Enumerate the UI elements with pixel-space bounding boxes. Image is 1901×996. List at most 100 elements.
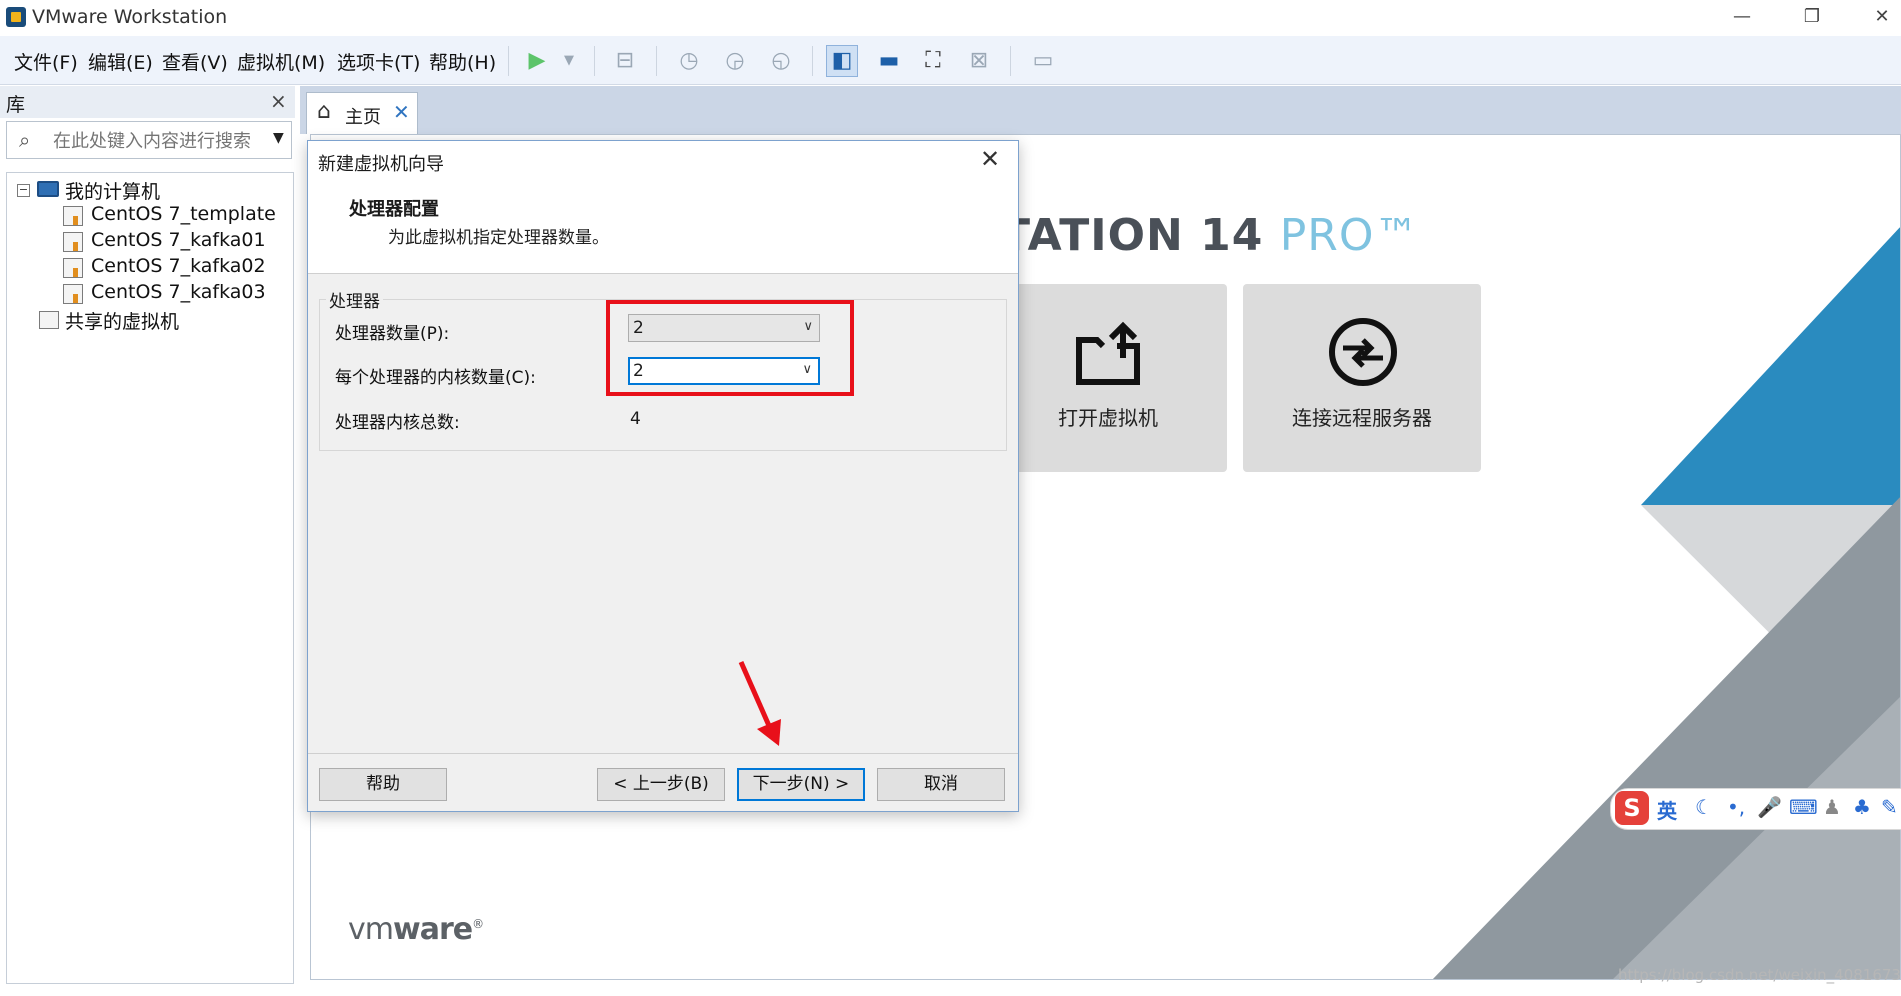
tab-home[interactable]: ⌂ 主页 ✕	[306, 92, 418, 134]
step-description: 为此虚拟机指定处理器数量。	[388, 228, 609, 248]
collapse-icon[interactable]: −	[17, 184, 30, 197]
home-icon: ⌂	[317, 99, 331, 124]
microphone-icon[interactable]: 🎤	[1757, 795, 1782, 819]
library-search-input[interactable]	[51, 126, 255, 156]
menu-help[interactable]: 帮助(H)	[429, 48, 496, 75]
library-view-icon[interactable]: ◧	[826, 45, 858, 77]
thumbnail-bar-icon[interactable]: ▭	[1028, 46, 1058, 76]
tree-node-label: 共享的虚拟机	[65, 311, 180, 333]
menu-edit[interactable]: 编辑(E)	[88, 48, 153, 75]
snapshot-revert-icon[interactable]: ◶	[720, 46, 750, 76]
dialog-title: 新建虚拟机向导	[318, 154, 444, 175]
search-icon: ⌕	[19, 128, 31, 152]
menu-file[interactable]: 文件(F)	[14, 48, 78, 75]
skin-icon[interactable]: ♣	[1853, 795, 1871, 819]
restore-button[interactable]: ❐	[1782, 0, 1842, 34]
tools-icon[interactable]: ✎	[1881, 795, 1898, 819]
dialog-header: 处理器配置 为此虚拟机指定处理器数量。	[308, 181, 1018, 274]
unity-icon[interactable]: ⊠	[964, 46, 994, 76]
product-brand-title: TATION 14 PRO™	[1000, 210, 1419, 261]
tab-strip	[300, 86, 1901, 134]
snapshot-manager-icon[interactable]: ◵	[766, 46, 796, 76]
ime-toolbar[interactable]: S 英 ☾ •, 🎤 ⌨ ♟ ♣ ✎	[1610, 788, 1901, 830]
menu-tabs[interactable]: 选项卡(T)	[337, 48, 420, 75]
tree-node-vm[interactable]: CentOS 7_kafka03	[7, 281, 287, 307]
keyboard-icon[interactable]: ⌨	[1789, 795, 1818, 819]
vmware-app-icon	[6, 7, 26, 27]
footer-divider	[308, 753, 1018, 754]
bg-triangle-blue	[1641, 227, 1900, 505]
processor-count-label: 处理器数量(P):	[335, 324, 450, 344]
help-button[interactable]: 帮助	[319, 768, 447, 801]
watermark-url: https://blog.csdn.net/weixin_40816738	[1618, 966, 1901, 984]
console-view-icon[interactable]: ▬	[874, 46, 904, 76]
library-header: 库 ×	[0, 86, 295, 118]
toolbar-separator	[594, 46, 595, 76]
shared-vm-icon	[39, 311, 59, 329]
annotation-highlight-box	[606, 300, 854, 396]
tree-node-label: CentOS 7_kafka01	[91, 229, 266, 251]
next-button[interactable]: 下一步(N) >	[737, 768, 865, 801]
send-ctrl-alt-del-icon[interactable]: ⊟	[610, 46, 640, 76]
close-window-button[interactable]: ✕	[1852, 0, 1901, 34]
moon-icon[interactable]: ☾	[1695, 795, 1713, 819]
cancel-button[interactable]: 取消	[877, 768, 1005, 801]
minimize-button[interactable]: —	[1712, 0, 1772, 34]
toolbar-separator	[812, 46, 813, 76]
open-folder-icon	[1076, 321, 1140, 385]
tab-label: 主页	[345, 107, 381, 128]
window-title: VMware Workstation	[32, 6, 228, 28]
library-search-box: ⌕ ▼	[6, 121, 292, 159]
ime-language-toggle[interactable]: 英	[1657, 795, 1677, 824]
play-dropdown-icon[interactable]: ▼	[554, 46, 584, 76]
play-icon[interactable]: ▶	[522, 46, 552, 76]
connect-remote-server-card[interactable]: 连接远程服务器	[1243, 284, 1481, 472]
library-title: 库	[6, 94, 26, 116]
logo-registered-mark: ®	[472, 917, 484, 931]
tree-node-label: 我的计算机	[65, 181, 161, 203]
title-bar: VMware Workstation — ❐ ✕	[0, 0, 1901, 36]
dialog-close-button[interactable]: ✕	[980, 145, 1000, 173]
connect-remote-server-label: 连接远程服务器	[1292, 406, 1432, 430]
vmware-logo: vmware®	[348, 912, 484, 947]
library-tree: − 我的计算机 CentOS 7_template CentOS 7_kafka…	[6, 172, 294, 984]
dialog-title-bar: 新建虚拟机向导 ✕	[308, 141, 1018, 181]
logo-text-light: vm	[348, 912, 394, 947]
total-cores-label: 处理器内核总数:	[335, 413, 460, 433]
fullscreen-icon[interactable]: ⛶	[918, 46, 948, 76]
processor-group-label: 处理器	[326, 287, 383, 312]
logo-text-bold: ware	[392, 912, 473, 947]
brand-pro-text: PRO™	[1279, 210, 1420, 261]
punctuation-icon[interactable]: •,	[1727, 795, 1745, 819]
tree-node-vm[interactable]: CentOS 7_kafka02	[7, 255, 287, 281]
cores-per-processor-label: 每个处理器的内核数量(C):	[335, 368, 536, 388]
chevron-down-icon[interactable]: ▼	[273, 130, 284, 146]
menu-view[interactable]: 查看(V)	[162, 48, 228, 75]
tree-node-vm[interactable]: CentOS 7_template	[7, 203, 287, 229]
toolbar-separator	[656, 46, 657, 76]
tree-node-vm[interactable]: CentOS 7_kafka01	[7, 229, 287, 255]
sogou-ime-logo[interactable]: S	[1615, 791, 1649, 825]
library-close-button[interactable]: ×	[270, 89, 287, 113]
vm-icon	[63, 206, 83, 226]
tree-node-label: CentOS 7_kafka02	[91, 255, 266, 277]
open-vm-label: 打开虚拟机	[1058, 406, 1158, 430]
menu-toolbar: 文件(F) 编辑(E) 查看(V) 虚拟机(M) 选项卡(T) 帮助(H) ▶ …	[0, 36, 1901, 85]
open-vm-card[interactable]: 打开虚拟机	[989, 284, 1227, 472]
step-heading: 处理器配置	[349, 199, 439, 220]
snapshot-take-icon[interactable]: ◷	[674, 46, 704, 76]
brand-text: TATION 14	[1000, 210, 1264, 261]
vm-icon	[63, 232, 83, 252]
remote-server-icon	[1329, 318, 1397, 386]
tree-node-shared-vms[interactable]: 共享的虚拟机	[7, 307, 287, 333]
toolbar-separator	[1010, 46, 1011, 76]
user-icon[interactable]: ♟	[1823, 795, 1841, 819]
tree-node-label: CentOS 7_kafka03	[91, 281, 266, 303]
tree-node-my-computer[interactable]: − 我的计算机	[7, 177, 287, 203]
back-button[interactable]: < 上一步(B)	[597, 768, 725, 801]
vm-icon	[63, 284, 83, 304]
toolbar-separator	[508, 46, 509, 76]
computer-icon	[37, 181, 59, 197]
menu-vm[interactable]: 虚拟机(M)	[237, 48, 325, 75]
tab-close-icon[interactable]: ✕	[393, 100, 410, 124]
